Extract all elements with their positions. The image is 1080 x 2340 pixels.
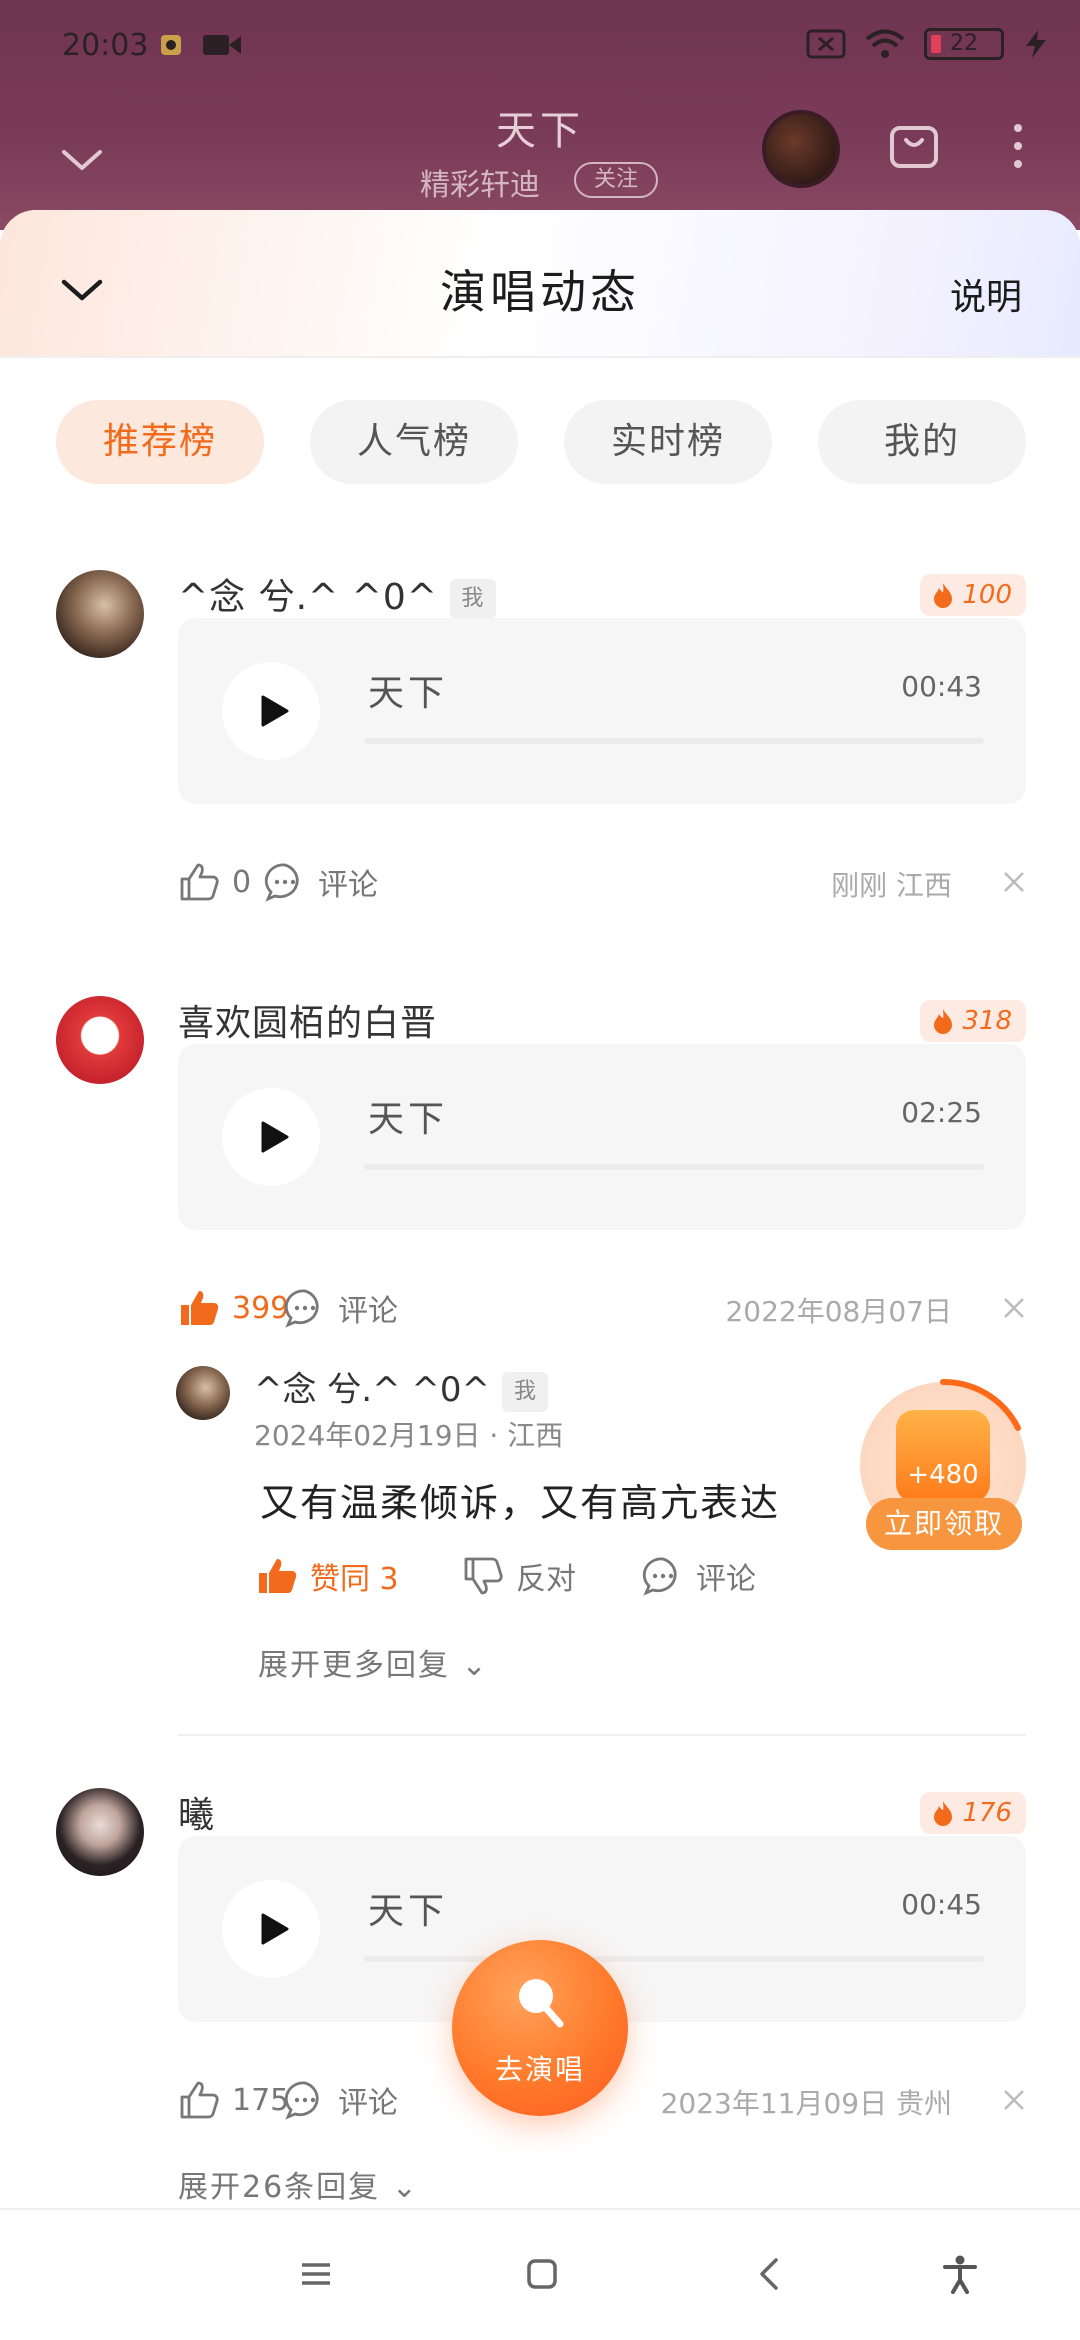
comment-icon [264,863,299,902]
play-icon [261,1913,289,1945]
close-icon[interactable] [1002,1296,1026,1320]
home-icon[interactable] [522,2254,562,2294]
tab-recommended[interactable]: 推荐榜 [56,400,264,484]
like-button[interactable]: 0 [178,852,251,912]
thumbs-up-icon [180,2081,219,2119]
tab-realtime[interactable]: 实时榜 [564,400,772,484]
player-header: 天下 精彩轩迪 关注 [0,96,1080,216]
reply-actions: 赞同 3 反对 评论 [256,1546,1026,1606]
video-recording-icon [203,35,241,55]
track-duration: 00:43 [901,670,982,703]
play-button[interactable] [222,1088,320,1186]
wifi-icon [865,29,905,58]
track-name: 天下 [368,673,449,714]
follow-button[interactable]: 关注 [574,162,658,198]
audio-player: 天下 02:25 [178,1044,1026,1230]
microphone-icon [519,1979,564,2028]
heat-badge: 318 [920,1000,1026,1042]
comment-icon [284,1289,319,1328]
more-icon[interactable] [1006,118,1030,174]
accessibility-icon[interactable] [940,2254,980,2294]
avatar[interactable] [56,996,144,1084]
progress-bar[interactable] [364,1956,984,1962]
divider [178,1734,1026,1736]
go-sing-label: 去演唱 [494,2053,585,2086]
play-button[interactable] [222,1880,320,1978]
ranking-tabs: 推荐榜 人气榜 实时榜 我的 [56,400,1026,484]
post-meta: 2022年08月07日 [725,1295,952,1328]
username[interactable]: 曦 [178,1786,215,1838]
sheet-title: 演唱动态 [440,265,640,319]
track-name: 天下 [368,1099,449,1140]
me-tag: 我 [502,1371,549,1412]
sheet-header: 演唱动态 说明 [0,210,1080,358]
flame-icon [934,1009,953,1034]
thumbs-up-filled-icon [181,1291,219,1325]
reply-text: 又有温柔倾诉，又有高亢表达 [260,1481,781,1525]
chevron-down-icon: ⌄ [391,2170,419,2205]
track-duration: 02:25 [901,1096,982,1129]
audio-player: 天下 00:43 [178,618,1026,804]
username[interactable]: ^念 兮.^ ^0^ 我 [178,568,496,620]
play-icon [261,695,289,727]
thumbs-up-filled-icon [259,1559,297,1593]
heat-badge: 100 [920,574,1026,616]
avatar[interactable] [56,570,144,658]
agree-button[interactable]: 赞同 3 [256,1546,399,1606]
menu-icon[interactable] [296,2254,336,2294]
comment-icon [642,1557,677,1596]
album-cover[interactable] [762,110,840,188]
system-nav-bar [0,2208,1080,2340]
help-button[interactable]: 说明 [950,268,1022,320]
entry-actions: 0 评论 刚刚 江西 [178,852,1026,912]
play-button[interactable] [222,662,320,760]
flame-icon [934,583,953,608]
username[interactable]: 喜欢圆栢的白晋 [178,994,437,1046]
status-bar: 20:03 22 [0,0,1080,96]
thumbs-up-icon [180,863,219,901]
tab-mine[interactable]: 我的 [818,400,1026,484]
progress-bar[interactable] [364,1164,984,1170]
post-meta: 刚刚 江西 [831,869,952,902]
comment-icon [284,2081,319,2120]
track-duration: 00:45 [901,1888,982,1921]
go-sing-button[interactable]: 去演唱 [452,1940,628,2116]
progress-bar[interactable] [364,738,984,744]
play-icon [261,1121,289,1153]
battery-indicator: 22 [924,28,1004,60]
back-icon[interactable] [750,2254,790,2294]
close-icon[interactable] [1002,870,1026,894]
reply-username[interactable]: ^念 兮.^ ^0^ 我 [254,1362,549,1412]
expand-replies-link[interactable]: 展开更多回复 ⌄ [258,1640,489,1684]
expand-replies-link[interactable]: 展开26条回复 ⌄ [178,2162,419,2206]
thumbs-down-icon [464,1557,503,1595]
reply-meta: 2024年02月19日 · 江西 [254,1419,564,1452]
chevron-down-icon: ⌄ [461,1648,489,1683]
post-meta: 2023年11月09日 贵州 [660,2087,952,2120]
claim-reward-button[interactable]: 立即领取 [866,1498,1022,1550]
entry-actions: 399 评论 2022年08月07日 [178,1278,1026,1338]
reply-comment-button[interactable]: 评论 [642,1546,756,1606]
shopping-bag-icon[interactable] [886,116,942,172]
charging-icon [1026,30,1046,58]
oppose-button[interactable]: 反对 [462,1546,576,1606]
status-time: 20:03 [62,28,149,63]
track-name: 天下 [368,1891,449,1932]
sim-off-icon [806,29,846,59]
tab-popular[interactable]: 人气榜 [310,400,518,484]
comment-button[interactable]: 评论 [284,2070,398,2130]
song-artist[interactable]: 精彩轩迪 [420,160,540,204]
avatar[interactable] [56,1788,144,1876]
reply-avatar[interactable] [176,1366,230,1420]
notification-icon [161,35,181,55]
comment-button[interactable]: 评论 [264,852,378,912]
reward-value: +480 [907,1460,979,1490]
close-icon[interactable] [1002,2088,1026,2112]
like-button[interactable]: 399 [178,1278,289,1338]
like-button[interactable]: 175 [178,2070,289,2130]
comment-button[interactable]: 评论 [284,1278,398,1338]
me-tag: 我 [449,579,496,619]
flame-icon [934,1801,953,1826]
heat-badge: 176 [920,1792,1026,1834]
